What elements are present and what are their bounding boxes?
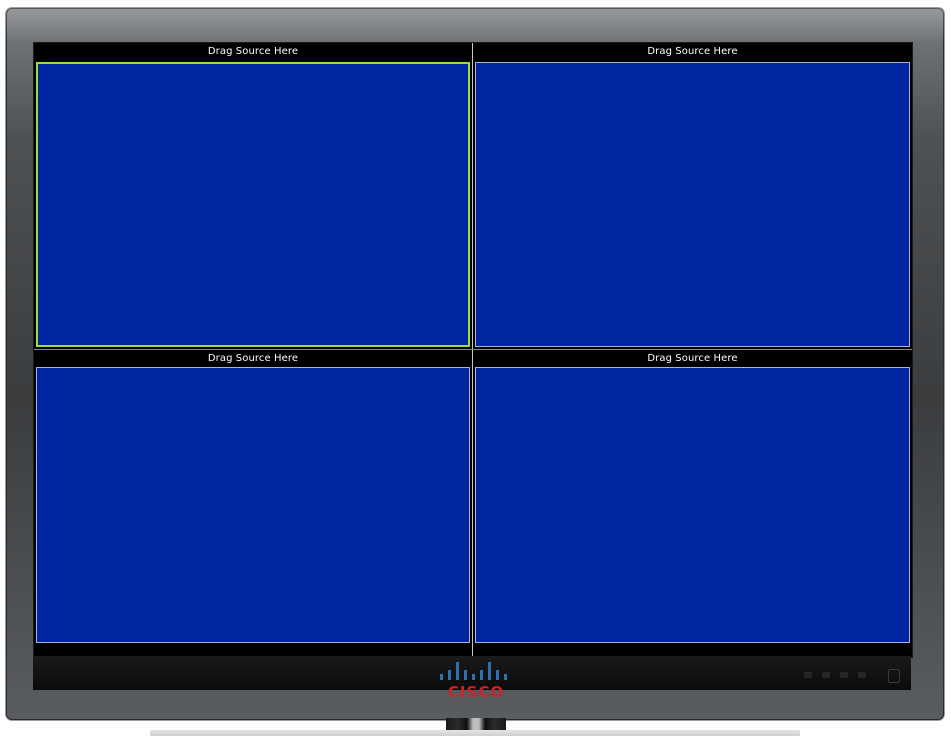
video-pane-top-right[interactable]: Drag Source Here [473,43,912,349]
video-pane-grid: Drag Source Here Drag Source Here Drag S… [34,43,912,657]
pane-header-label: Drag Source Here [647,353,738,364]
cisco-logo: CISCO [430,660,522,708]
monitor-menu-button[interactable] [804,672,812,678]
monitor-up-button[interactable] [858,672,866,678]
pane-header-label: Drag Source Here [207,46,299,57]
pane-header-label: Drag Source Here [207,353,299,364]
power-icon[interactable] [888,669,900,683]
vertical-pane-divider [472,43,473,657]
monitor-screen: Drag Source Here Drag Source Here Drag S… [33,42,913,658]
drop-target-area[interactable] [475,62,910,347]
monitor-control-buttons [800,668,904,684]
pane-header-label: Drag Source Here [647,46,738,57]
video-pane-top-left[interactable]: Drag Source Here [34,43,472,349]
monitor-down-button[interactable] [840,672,848,678]
cisco-bridge-bars-icon [440,662,507,680]
drop-target-area[interactable] [36,367,470,643]
horizontal-pane-divider [34,349,912,350]
drop-target-area[interactable] [36,62,470,347]
drop-target-area[interactable] [475,367,910,643]
monitor-base [150,730,800,736]
monitor-input-button[interactable] [822,672,830,678]
video-pane-bottom-right[interactable]: Drag Source Here [473,350,912,657]
monitor-bezel-highlight [6,8,944,44]
video-pane-bottom-left[interactable]: Drag Source Here [34,350,472,657]
cisco-logo-text: CISCO [447,683,505,701]
video-wall-monitor: Drag Source Here Drag Source Here Drag S… [0,0,951,736]
